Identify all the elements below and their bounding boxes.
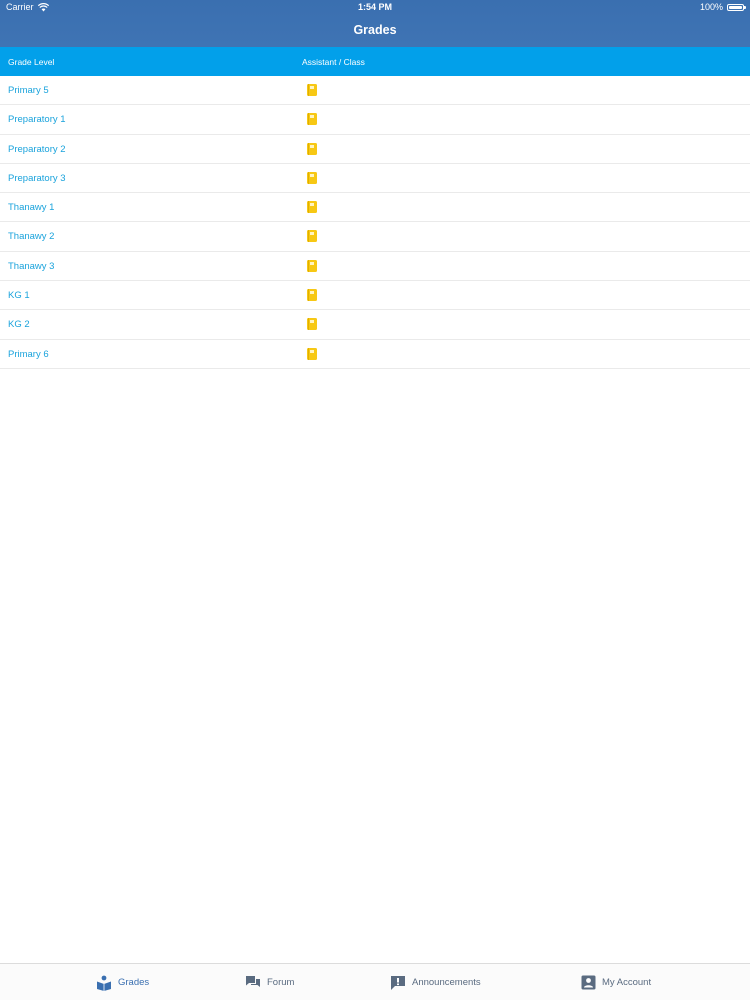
grade-row-preparatory-3[interactable]: Preparatory 3	[0, 164, 750, 194]
tab-forum[interactable]: Forum	[245, 964, 294, 1000]
status-time: 1:54 PM	[357, 2, 392, 12]
grade-row-thanawy-3[interactable]: Thanawy 3	[0, 252, 750, 282]
grade-row-primary-5[interactable]: Primary 5	[0, 76, 750, 106]
grade-row-thanawy-1[interactable]: Thanawy 1	[0, 193, 750, 223]
grades-list: Primary 5 Preparatory 1 Preparatory 2 Pr…	[0, 76, 750, 369]
tab-grades[interactable]: Grades	[96, 964, 149, 1000]
grade-label[interactable]: Primary 5	[8, 85, 49, 96]
tab-my-account-label: My Account	[602, 977, 652, 988]
book-icon[interactable]	[307, 289, 317, 302]
chat-bubbles-icon	[245, 975, 261, 990]
book-icon[interactable]	[307, 201, 317, 214]
grade-label[interactable]: Preparatory 1	[8, 114, 66, 125]
table-header: Grade Level Assistant / Class	[0, 47, 750, 76]
reader-book-icon	[96, 975, 112, 991]
tab-forum-label: Forum	[267, 977, 295, 988]
book-icon[interactable]	[307, 318, 317, 331]
header-assistant-class: Assistant / Class	[302, 57, 365, 67]
tab-grades-label: Grades	[118, 977, 150, 988]
grade-row-kg-2[interactable]: KG 2	[0, 310, 750, 340]
grade-label[interactable]: Preparatory 3	[8, 173, 66, 184]
grade-row-preparatory-1[interactable]: Preparatory 1	[0, 105, 750, 135]
book-icon[interactable]	[307, 259, 317, 272]
grade-row-thanawy-2[interactable]: Thanawy 2	[0, 222, 750, 252]
page-title: Grades	[353, 23, 397, 37]
grades-screen: Carrier 1:54 PM 100% Grades Grade Level …	[0, 0, 750, 1000]
book-icon[interactable]	[307, 347, 317, 360]
grade-label[interactable]: Thanawy 1	[8, 202, 54, 213]
book-icon[interactable]	[307, 142, 317, 155]
header-grade-level: Grade Level	[8, 57, 55, 67]
tab-my-account[interactable]: My Account	[581, 964, 651, 1000]
tab-announcements-label: Announcements	[412, 977, 481, 988]
battery-icon	[727, 3, 746, 11]
battery-percent: 100%	[699, 2, 723, 12]
exclamation-bubble-icon	[390, 975, 406, 991]
grade-row-preparatory-2[interactable]: Preparatory 2	[0, 135, 750, 164]
book-icon[interactable]	[307, 113, 317, 126]
tab-announcements[interactable]: Announcements	[390, 964, 481, 1000]
grade-row-primary-6[interactable]: Primary 6	[0, 340, 750, 369]
grade-label[interactable]: Thanawy 2	[8, 231, 54, 242]
grade-label[interactable]: Primary 6	[8, 349, 49, 360]
book-icon[interactable]	[307, 230, 317, 243]
grade-label[interactable]: Thanawy 3	[8, 261, 54, 272]
grade-row-kg-1[interactable]: KG 1	[0, 281, 750, 311]
tab-bar: Grades Forum Announcements My Account	[0, 963, 750, 1000]
status-battery: 100%	[699, 2, 746, 12]
book-icon[interactable]	[307, 171, 317, 184]
grade-label[interactable]: KG 2	[8, 319, 30, 330]
user-card-icon	[581, 975, 596, 990]
navigation-bar: Carrier 1:54 PM 100% Grades	[0, 0, 750, 47]
book-icon[interactable]	[307, 84, 317, 96]
grade-label[interactable]: KG 1	[8, 290, 30, 301]
grade-label[interactable]: Preparatory 2	[8, 144, 66, 155]
